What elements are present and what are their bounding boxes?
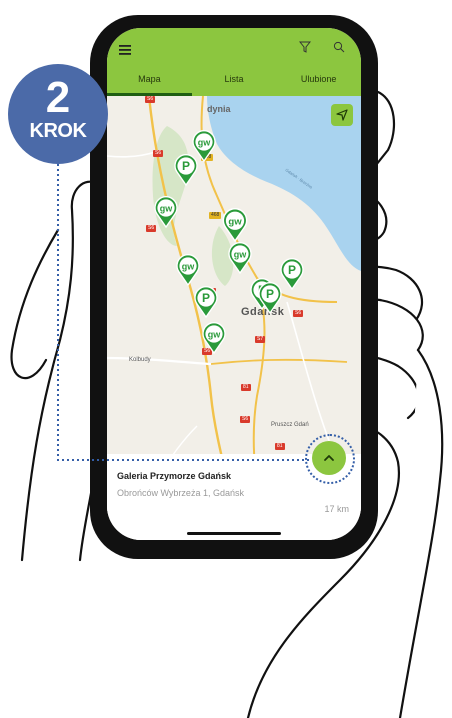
step-number: 2 bbox=[45, 73, 71, 122]
step-badge: 2 KROK bbox=[8, 64, 108, 164]
step-label: KROK bbox=[29, 120, 87, 142]
